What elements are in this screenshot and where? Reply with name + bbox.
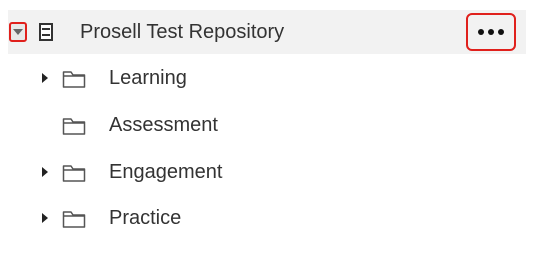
tree-item-label[interactable]: Assessment: [109, 105, 218, 145]
repository-tree: Prosell Test Repository Learning Assessm…: [0, 0, 552, 256]
caret-right-icon: [42, 167, 48, 177]
tree-root-row[interactable]: Prosell Test Repository: [8, 10, 526, 54]
caret-right-icon: [42, 73, 48, 83]
tree-root-label[interactable]: Prosell Test Repository: [80, 10, 284, 54]
tree-item-label[interactable]: Learning: [109, 58, 187, 98]
tree-item-practice[interactable]: Practice: [40, 198, 340, 238]
tree-item-label[interactable]: Practice: [109, 198, 181, 238]
tree-item-label[interactable]: Engagement: [109, 152, 222, 192]
tree-item-engagement[interactable]: Engagement: [40, 152, 340, 192]
tree-item-assessment[interactable]: Assessment: [40, 105, 340, 145]
folder-icon: [62, 163, 86, 183]
caret-right-icon: [42, 213, 48, 223]
ellipsis-icon: [478, 29, 504, 35]
folder-icon: [62, 69, 86, 89]
expand-toggle[interactable]: [40, 71, 50, 85]
folder-icon: [62, 209, 86, 229]
folder-icon: [62, 116, 86, 136]
repository-icon: [39, 23, 53, 41]
collapse-toggle[interactable]: [9, 22, 27, 42]
more-actions-button[interactable]: [466, 13, 516, 51]
tree-item-learning[interactable]: Learning: [40, 58, 340, 98]
caret-down-icon: [13, 29, 23, 35]
expand-toggle[interactable]: [40, 165, 50, 179]
expand-toggle[interactable]: [40, 211, 50, 225]
